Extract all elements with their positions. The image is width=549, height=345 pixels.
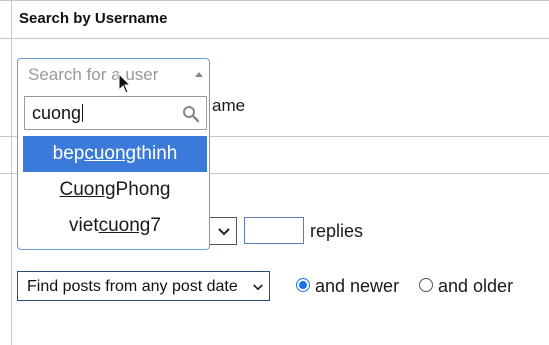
- result-suffix: 7: [150, 215, 161, 236]
- result-match: cuong: [98, 215, 151, 236]
- combobox-placeholder: Search for a user: [28, 65, 159, 84]
- replies-count-input[interactable]: [244, 217, 304, 244]
- section-title: Search by Username: [19, 10, 168, 27]
- user-search-combobox[interactable]: Search for a user: [17, 58, 210, 90]
- and-newer-radio[interactable]: [296, 278, 310, 292]
- chevron-up-icon[interactable]: [195, 72, 203, 77]
- and-older-label: and older: [438, 276, 514, 296]
- result-prefix: bep: [52, 143, 85, 164]
- user-result-cuongphong[interactable]: CuongPhong: [23, 172, 207, 208]
- result-match: cuong: [84, 143, 137, 164]
- user-result-bepcuongthinh[interactable]: bepcuongthinh: [23, 136, 207, 172]
- user-result-vietcuong7[interactable]: vietcuong7: [23, 208, 207, 244]
- result-suffix: thinh: [136, 143, 178, 164]
- and-newer-label: and newer: [315, 276, 400, 296]
- post-date-select[interactable]: Find posts from any post date: [17, 271, 270, 301]
- chevron-down-icon: [218, 228, 230, 236]
- user-results-list: bepcuongthinh CuongPhong vietcuong7: [23, 136, 207, 244]
- result-match: Cuong: [59, 179, 116, 200]
- text-caret: [82, 104, 84, 122]
- user-search-input-value: cuong: [32, 103, 84, 124]
- replies-operator-select[interactable]: [210, 217, 237, 245]
- user-search-input[interactable]: cuong: [24, 96, 207, 130]
- post-date-select-value: Find posts from any post date: [27, 278, 238, 295]
- result-suffix: Phong: [115, 179, 171, 200]
- mouse-cursor-icon: [118, 73, 132, 94]
- username-label-fragment: ame: [212, 96, 246, 115]
- replies-label: replies: [310, 221, 364, 241]
- and-older-radio[interactable]: [419, 278, 433, 292]
- result-prefix: viet: [69, 215, 99, 236]
- section-header-divider: [0, 38, 549, 39]
- search-icon: [183, 106, 200, 123]
- user-search-dropdown: cuong bepcuongthinh CuongPhong vietcuong…: [17, 89, 210, 250]
- search-query: cuong: [32, 103, 82, 123]
- chevron-down-icon: [253, 284, 263, 291]
- top-divider: [0, 0, 549, 1]
